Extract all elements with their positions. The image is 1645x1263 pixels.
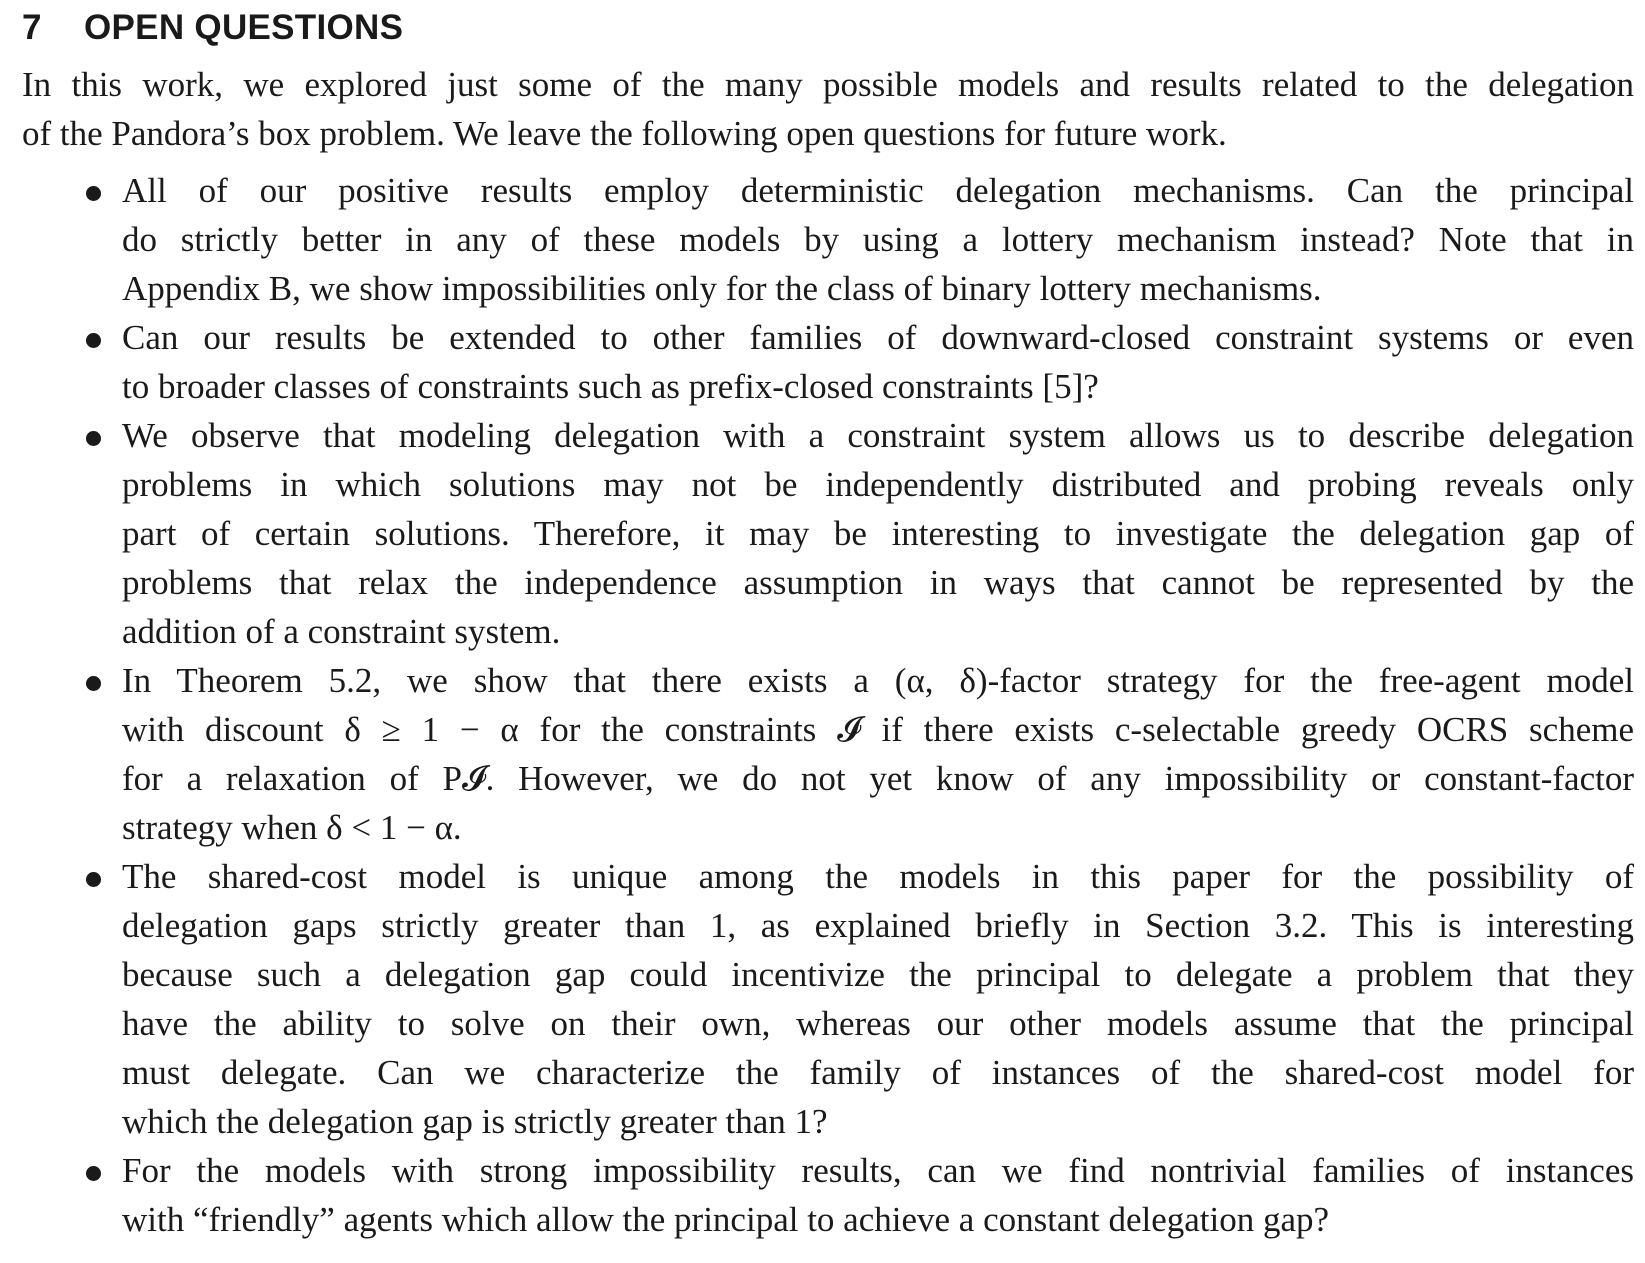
question-line: The shared-cost model is unique among th…	[122, 857, 1634, 896]
question-line: because such a delegation gap could ince…	[122, 955, 1634, 994]
section-title: OPEN QUESTIONS	[84, 8, 404, 47]
question-line: problems in which solutions may not be i…	[122, 465, 1634, 504]
question-line: Appendix B, we show impossibilities only…	[122, 269, 1322, 308]
question-line: must delegate. Can we characterize the f…	[122, 1053, 1634, 1092]
question-line: In Theorem 5.2, we show that there exist…	[122, 661, 1634, 700]
open-question-item: The shared-cost model is unique among th…	[22, 852, 1634, 1146]
question-line: All of our positive results employ deter…	[122, 171, 1634, 210]
question-line: with “friendly” agents which allow the p…	[122, 1200, 1330, 1239]
bullet-icon	[86, 872, 101, 887]
question-line: with discount δ ≥ 1 − α for the constrai…	[122, 710, 1634, 749]
open-questions-list: All of our positive results employ deter…	[22, 166, 1634, 1244]
open-question-item: All of our positive results employ deter…	[22, 166, 1634, 313]
section-heading: 7 OPEN QUESTIONS	[22, 0, 1634, 52]
bullet-icon	[86, 333, 101, 348]
open-question-item: Can our results be extended to other fam…	[22, 313, 1634, 411]
question-line: have the ability to solve on their own, …	[122, 1004, 1634, 1043]
question-line: which the delegation gap is strictly gre…	[122, 1102, 828, 1141]
question-line: to broader classes of constraints such a…	[122, 367, 1099, 406]
bullet-icon	[86, 1166, 101, 1181]
intro-paragraph: In this work, we explored just some of t…	[22, 60, 1634, 158]
question-line: do strictly better in any of these model…	[122, 220, 1634, 259]
intro-line: of the Pandora’s box problem. We leave t…	[22, 114, 1227, 153]
question-line: part of certain solutions. Therefore, it…	[122, 514, 1634, 553]
section-number: 7	[22, 8, 42, 47]
paper-page: 7 OPEN QUESTIONS In this work, we explore…	[22, 0, 1634, 1244]
question-line: Can our results be extended to other fam…	[122, 318, 1634, 357]
bullet-icon	[86, 676, 101, 691]
question-line: We observe that modeling delegation with…	[122, 416, 1634, 455]
open-question-item: For the models with strong impossibility…	[22, 1146, 1634, 1244]
question-line: problems that relax the independence ass…	[122, 563, 1634, 602]
question-line: addition of a constraint system.	[122, 612, 561, 651]
bullet-icon	[86, 431, 101, 446]
intro-line: In this work, we explored just some of t…	[22, 65, 1634, 104]
open-question-item: In Theorem 5.2, we show that there exist…	[22, 656, 1634, 852]
question-line: For the models with strong impossibility…	[122, 1151, 1634, 1190]
open-question-item: We observe that modeling delegation with…	[22, 411, 1634, 656]
question-line: for a relaxation of P𝓘. However, we do n…	[122, 759, 1634, 798]
question-line: delegation gaps strictly greater than 1,…	[122, 906, 1634, 945]
question-line: strategy when δ < 1 − α.	[122, 808, 462, 847]
bullet-icon	[86, 186, 101, 201]
